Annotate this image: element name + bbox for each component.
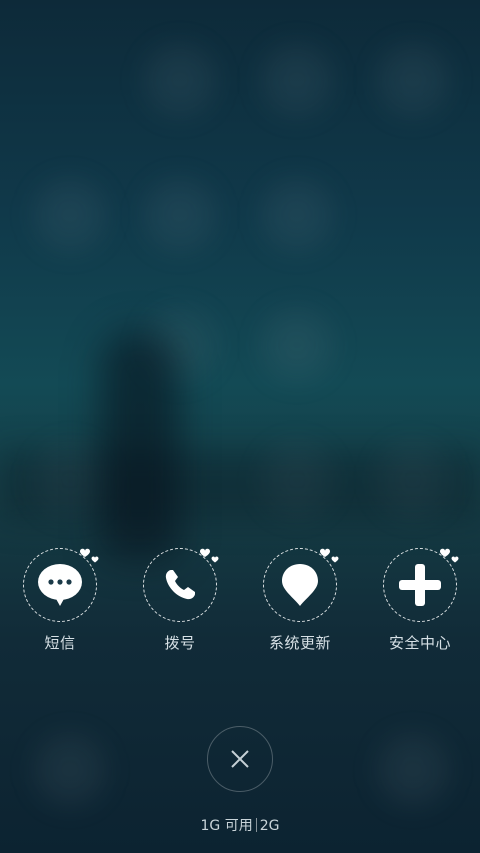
heart-icon (200, 548, 219, 563)
blurred-app-icon (378, 735, 448, 805)
close-button[interactable] (207, 726, 273, 792)
blurred-app-icon (262, 45, 332, 115)
memory-total: 2G (259, 818, 280, 834)
action-label-sms: 短信 (44, 634, 76, 652)
action-dial[interactable]: 拨号 (120, 548, 240, 653)
update-drop-icon (282, 564, 318, 606)
blurred-app-icon (378, 45, 448, 115)
action-ring[interactable] (23, 548, 99, 622)
action-label-dial: 拨号 (164, 634, 196, 652)
action-ring[interactable] (383, 548, 459, 622)
action-ring[interactable] (263, 548, 339, 622)
blurred-app-icon (145, 180, 215, 250)
action-system-update[interactable]: 系统更新 (240, 548, 360, 653)
blurred-app-icon (262, 180, 332, 250)
memory-status: 1G 可用 2G (0, 815, 480, 835)
close-icon (231, 750, 249, 768)
blurred-app-icon (262, 310, 332, 380)
blurred-figure (100, 330, 180, 560)
memory-available: 1G 可用 (200, 818, 253, 834)
action-label-security-center: 安全中心 (388, 634, 451, 652)
heart-icon (320, 548, 339, 563)
heart-icon (80, 548, 99, 563)
message-icon (38, 564, 82, 606)
blurred-app-icon (35, 735, 105, 805)
action-security-center[interactable]: 安全中心 (360, 548, 480, 653)
action-sms[interactable]: 短信 (0, 548, 120, 653)
quick-actions-row: 短信 拨号 系统更新 安全中心 (0, 548, 480, 658)
plus-icon (399, 564, 441, 606)
heart-icon (440, 548, 459, 563)
blurred-app-icon (35, 180, 105, 250)
phone-icon (165, 570, 195, 600)
blurred-horizon (0, 450, 480, 520)
memory-divider (255, 818, 257, 832)
action-ring[interactable] (143, 548, 219, 622)
action-label-system-update: 系统更新 (268, 634, 331, 652)
blurred-app-icon (145, 45, 215, 115)
